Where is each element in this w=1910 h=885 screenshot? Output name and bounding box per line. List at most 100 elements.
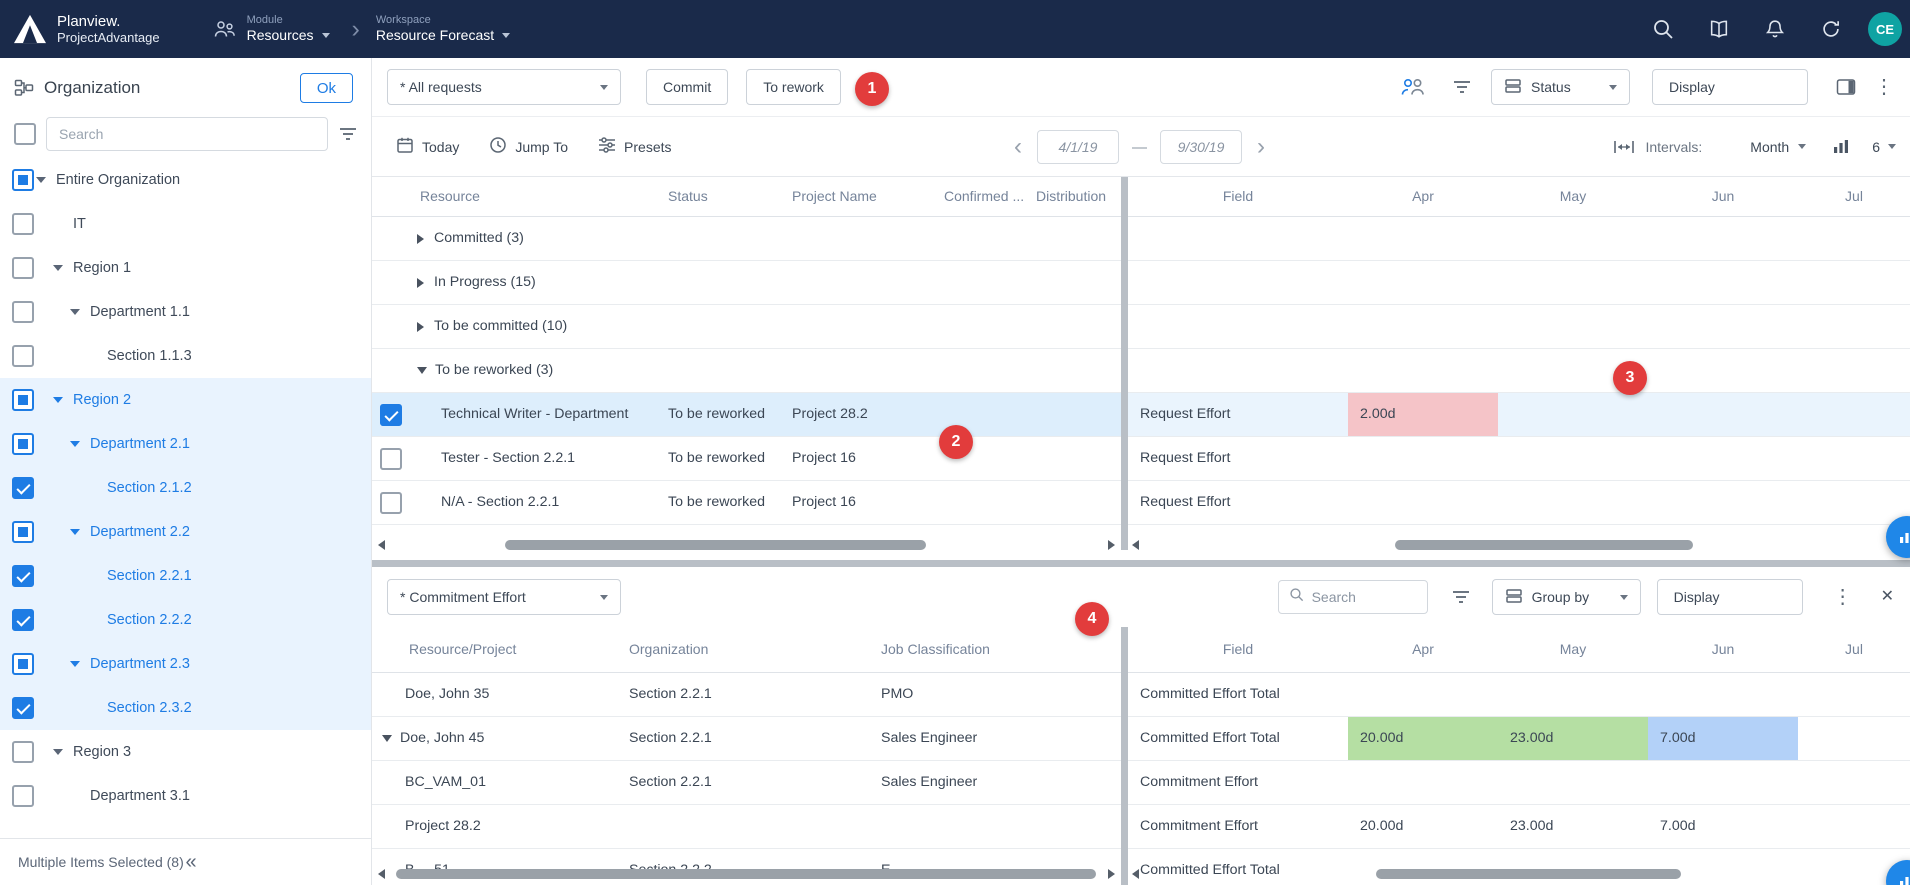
bar-chart-icon[interactable] [1832, 139, 1850, 155]
effort-cell-jun[interactable] [1648, 761, 1798, 804]
scrollbar-thumb[interactable] [1395, 540, 1693, 550]
tree-item-it[interactable]: IT [0, 202, 371, 246]
more-options-icon[interactable] [1833, 587, 1853, 607]
checkbox[interactable] [12, 521, 34, 543]
effort-cell-jul[interactable] [1798, 673, 1910, 716]
tree-item-region-2[interactable]: Region 2 [0, 378, 371, 422]
tree-item-section-2-2-1[interactable]: Section 2.2.1 [0, 554, 371, 598]
group-row-to-be-reworked[interactable]: To be reworked (3) [372, 349, 1121, 393]
tree-item-entire-organization[interactable]: Entire Organization [0, 158, 371, 202]
checkbox[interactable] [12, 389, 34, 411]
group-row-to-be-committed[interactable]: To be committed (10) [372, 305, 1121, 349]
effort-cell-jul[interactable] [1798, 761, 1910, 804]
effort-cell-jun[interactable] [1648, 481, 1798, 524]
date-from-input[interactable]: 4/1/19 [1037, 130, 1119, 164]
scroll-left-arrow-icon[interactable] [1132, 869, 1139, 879]
library-book-icon[interactable] [1708, 18, 1730, 40]
checkbox[interactable] [12, 257, 34, 279]
checkbox[interactable] [12, 741, 34, 763]
commitment-row[interactable]: BC_VAM_01 Section 2.2.1 Sales Engineer [372, 761, 1121, 805]
close-panel-icon[interactable] [1881, 589, 1894, 605]
checkbox[interactable] [12, 653, 34, 675]
column-splitter[interactable] [1121, 177, 1128, 550]
scroll-left-arrow-icon[interactable] [1132, 540, 1139, 550]
select-all-checkbox[interactable] [14, 123, 36, 145]
checkbox[interactable] [12, 609, 34, 631]
row-checkbox[interactable] [380, 404, 402, 426]
interval-unit-dropdown[interactable]: Month [1750, 139, 1806, 155]
more-options-icon[interactable] [1874, 77, 1894, 97]
effort-cell-jun[interactable]: 7.00d [1648, 805, 1798, 848]
checkbox[interactable] [12, 785, 34, 807]
tree-item-department-3-1[interactable]: Department 3.1 [0, 774, 371, 818]
checkbox[interactable] [12, 477, 34, 499]
chevron-down-icon[interactable] [417, 367, 427, 374]
tree-item-section-2-1-2[interactable]: Section 2.1.2 [0, 466, 371, 510]
effort-cell-apr[interactable] [1348, 481, 1498, 524]
chevron-right-icon[interactable] [417, 278, 424, 288]
effort-cell-apr[interactable]: 2.00d [1348, 393, 1498, 436]
effort-cell-jul[interactable] [1798, 805, 1910, 848]
effort-cell-apr[interactable]: 20.00d [1348, 805, 1498, 848]
pane-resize-handle[interactable] [372, 560, 1910, 567]
notifications-bell-icon[interactable] [1764, 18, 1786, 40]
chevron-down-icon[interactable] [70, 661, 80, 667]
lower-search-input[interactable] [1312, 589, 1417, 605]
effort-cell-apr[interactable] [1348, 673, 1498, 716]
chevron-down-icon[interactable] [70, 529, 80, 535]
tree-item-section-1-1-3[interactable]: Section 1.1.3 [0, 334, 371, 378]
commitment-row[interactable]: Doe, John 35 Section 2.2.1 PMO [372, 673, 1121, 717]
today-button[interactable]: Today [396, 136, 459, 157]
to-rework-button[interactable]: To rework [746, 69, 841, 105]
lower-search-box[interactable] [1278, 580, 1428, 614]
lower-left-scrollbar[interactable] [378, 868, 1115, 880]
scroll-left-arrow-icon[interactable] [378, 869, 385, 879]
sidebar-search-input[interactable] [46, 117, 328, 151]
workspace-switcher[interactable]: Workspace Resource Forecast [376, 14, 510, 44]
tree-item-department-2-3[interactable]: Department 2.3 [0, 642, 371, 686]
commitment-view-select[interactable]: * Commitment Effort [387, 579, 621, 615]
ok-button[interactable]: Ok [300, 73, 353, 103]
planview-logo[interactable]: Planview. ProjectAdvantage [12, 13, 160, 45]
tree-item-department-2-1[interactable]: Department 2.1 [0, 422, 371, 466]
avatar[interactable]: CE [1868, 12, 1902, 46]
checkbox[interactable] [12, 345, 34, 367]
checkbox[interactable] [12, 433, 34, 455]
request-row[interactable]: Technical Writer - Department To be rewo… [372, 393, 1121, 437]
chevron-down-icon[interactable] [70, 309, 80, 315]
effort-cell-may[interactable] [1498, 761, 1648, 804]
effort-cell-jun[interactable] [1648, 437, 1798, 480]
collapse-sidebar-icon[interactable] [186, 851, 354, 874]
effort-cell-jun[interactable] [1648, 393, 1798, 436]
next-period-chevron-icon[interactable] [1255, 135, 1267, 159]
effort-cell-jul[interactable] [1798, 717, 1910, 760]
tree-item-region-3[interactable]: Region 3 [0, 730, 371, 774]
scroll-left-arrow-icon[interactable] [378, 540, 385, 550]
chevron-right-icon[interactable] [417, 234, 424, 244]
checkbox[interactable] [12, 301, 34, 323]
scroll-right-arrow-icon[interactable] [1108, 869, 1115, 879]
effort-cell-jul[interactable] [1798, 393, 1910, 436]
effort-cell-may[interactable] [1498, 673, 1648, 716]
tree-item-department-2-2[interactable]: Department 2.2 [0, 510, 371, 554]
side-panel-toggle-icon[interactable] [1836, 78, 1856, 96]
chevron-down-icon[interactable] [382, 735, 392, 742]
scrollbar-thumb[interactable] [505, 540, 926, 550]
chevron-down-icon[interactable] [53, 749, 63, 755]
effort-cell-may[interactable]: 23.00d [1498, 717, 1648, 760]
checkbox[interactable] [12, 213, 34, 235]
filter-icon[interactable] [1453, 80, 1471, 94]
chevron-down-icon[interactable] [36, 177, 46, 183]
tree-item-region-1[interactable]: Region 1 [0, 246, 371, 290]
effort-cell-jul[interactable] [1798, 437, 1910, 480]
request-row[interactable]: Tester - Section 2.2.1 To be reworked Pr… [372, 437, 1121, 481]
effort-cell-may[interactable] [1498, 437, 1648, 480]
scroll-right-arrow-icon[interactable] [1108, 540, 1115, 550]
display-button[interactable]: Display [1657, 579, 1803, 615]
effort-cell-jun[interactable]: 7.00d [1648, 717, 1798, 760]
chevron-down-icon[interactable] [53, 265, 63, 271]
chevron-right-icon[interactable] [417, 322, 424, 332]
jump-to-button[interactable]: Jump To [489, 136, 568, 157]
presets-button[interactable]: Presets [598, 137, 671, 156]
date-to-input[interactable]: 9/30/19 [1160, 130, 1242, 164]
